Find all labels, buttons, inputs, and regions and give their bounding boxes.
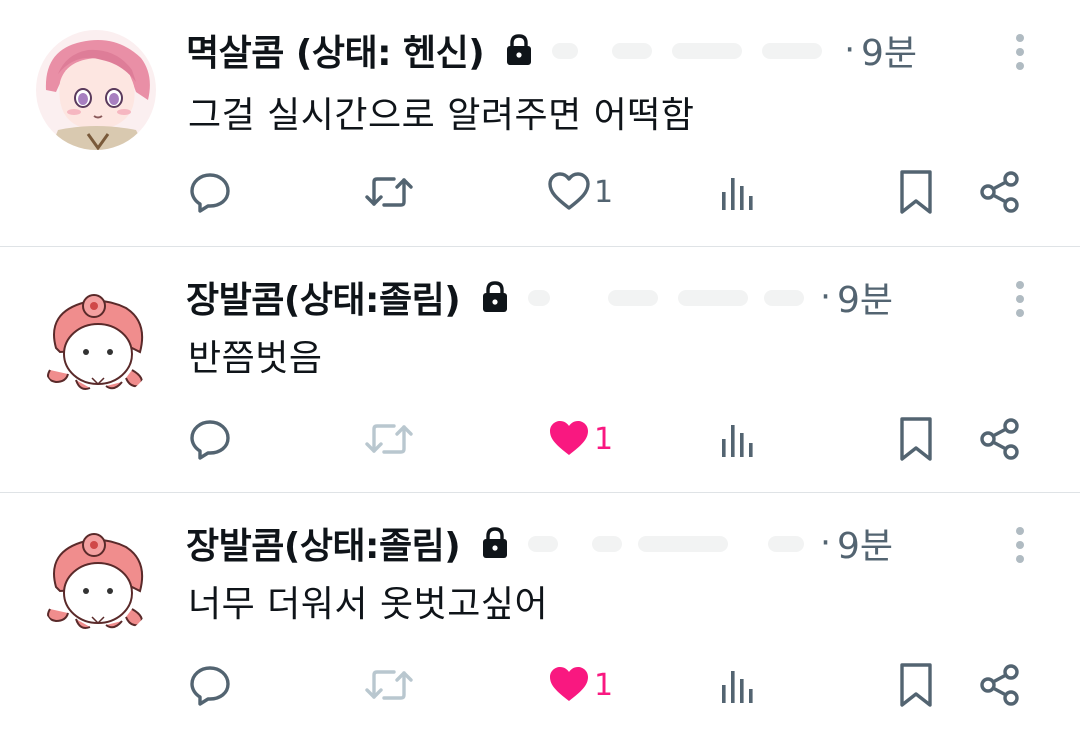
retweet-button[interactable] — [364, 166, 414, 218]
avatar[interactable] — [36, 30, 156, 150]
share-button[interactable] — [978, 413, 1022, 465]
lock-icon — [480, 280, 510, 314]
views-icon — [722, 671, 753, 703]
reply-icon — [190, 173, 230, 213]
retweet-icon — [365, 424, 413, 454]
handle-redacted — [528, 282, 818, 312]
like-count: 1 — [594, 174, 614, 210]
heart-icon — [548, 172, 590, 210]
tweet-text: 너무 더워서 옷벗고싶어 — [188, 584, 549, 625]
separator-dot: · — [820, 277, 831, 317]
share-icon — [980, 171, 1019, 213]
views-button[interactable] — [718, 166, 758, 218]
like-count: 1 — [594, 421, 614, 457]
display-name[interactable]: 장발콤(상태:졸림) — [186, 517, 461, 569]
action-bar: 1 — [0, 413, 1080, 465]
action-bar: 1 — [0, 166, 1080, 218]
tweet-header: 장발콤(상태:졸림) · 9분 — [186, 515, 893, 571]
timestamp[interactable]: 9분 — [837, 271, 893, 323]
bookmark-icon — [900, 663, 932, 707]
share-button[interactable] — [978, 659, 1022, 711]
tweet[interactable]: 장발콤(상태:졸림) · 9분 너무 더워서 옷벗고싶어 1 — [0, 493, 1080, 732]
reply-icon — [190, 420, 230, 460]
share-icon — [980, 418, 1019, 460]
like-button[interactable]: 1 — [546, 413, 613, 465]
timestamp[interactable]: 9분 — [861, 24, 917, 76]
tweet-header: 멱살콤 (상태: 헨신) · 9분 — [186, 22, 917, 78]
bookmark-button[interactable] — [896, 659, 936, 711]
tweet[interactable]: 멱살콤 (상태: 헨신) · 9분 그걸 실시간으로 알려주면 어떡함 1 — [0, 0, 1080, 246]
bookmark-icon — [900, 170, 932, 214]
views-button[interactable] — [718, 659, 758, 711]
tweet[interactable]: 장발콤(상태:졸림) · 9분 반쯤벗음 1 — [0, 247, 1080, 492]
tweet-text: 반쯤벗음 — [188, 338, 323, 379]
heart-icon — [550, 667, 588, 701]
tweet-text: 그걸 실시간으로 알려주면 어떡함 — [188, 95, 695, 136]
timestamp[interactable]: 9분 — [837, 517, 893, 569]
retweet-icon — [365, 177, 413, 207]
avatar[interactable] — [36, 521, 156, 641]
reply-button[interactable] — [188, 413, 232, 465]
separator-dot: · — [820, 523, 831, 563]
tweet-header: 장발콤(상태:졸림) · 9분 — [186, 269, 893, 325]
avatar[interactable] — [36, 282, 156, 402]
more-vertical-icon[interactable] — [1008, 279, 1032, 319]
retweet-button — [364, 659, 414, 711]
lock-icon — [480, 526, 510, 560]
retweet-button — [364, 413, 414, 465]
reply-icon — [190, 666, 230, 706]
like-button[interactable]: 1 — [546, 166, 613, 218]
bookmark-button[interactable] — [896, 166, 936, 218]
views-icon — [722, 425, 753, 457]
share-button[interactable] — [978, 166, 1022, 218]
separator-dot: · — [844, 30, 856, 70]
retweet-icon — [365, 670, 413, 700]
share-icon — [980, 664, 1019, 706]
lock-icon — [504, 33, 534, 67]
like-count: 1 — [594, 667, 614, 703]
bookmark-button[interactable] — [896, 413, 936, 465]
heart-icon — [550, 421, 588, 455]
like-button[interactable]: 1 — [546, 659, 613, 711]
more-vertical-icon[interactable] — [1008, 32, 1032, 72]
handle-redacted — [552, 35, 842, 65]
reply-button[interactable] — [188, 166, 232, 218]
display-name[interactable]: 장발콤(상태:졸림) — [186, 271, 461, 323]
handle-redacted — [528, 528, 818, 558]
views-button[interactable] — [718, 413, 758, 465]
more-vertical-icon[interactable] — [1008, 525, 1032, 565]
display-name[interactable]: 멱살콤 (상태: 헨신) — [186, 24, 485, 76]
action-bar: 1 — [0, 659, 1080, 711]
views-icon — [722, 178, 753, 210]
reply-button[interactable] — [188, 659, 232, 711]
bookmark-icon — [900, 417, 932, 461]
